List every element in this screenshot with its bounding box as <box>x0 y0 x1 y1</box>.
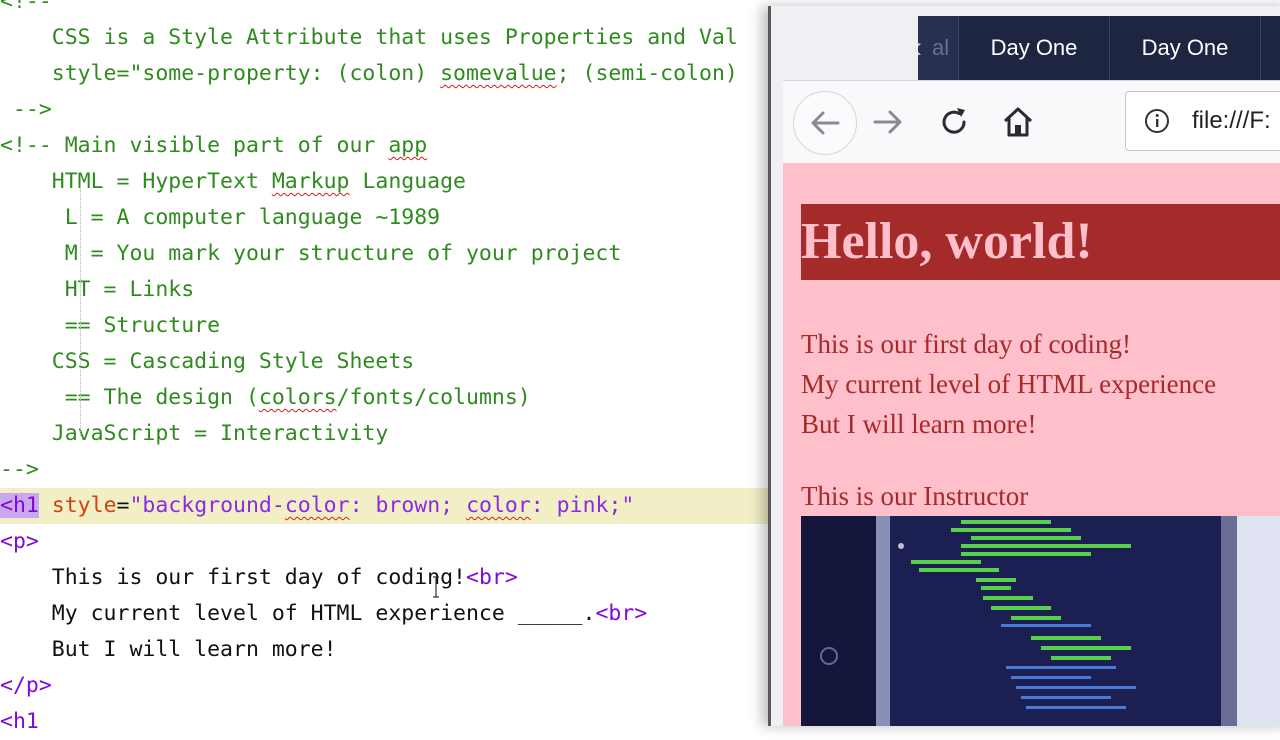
home-button[interactable] <box>987 91 1049 153</box>
code-token: CSS = Cascading Style Sheets <box>0 349 415 374</box>
code-line[interactable]: JavaScript = Interactivity <box>0 416 800 452</box>
code-token: <!-- Main visible part of our <box>0 133 389 158</box>
code-token: But I will learn more! <box>0 637 337 662</box>
paragraph-line-2: My current level of HTML experience <box>801 369 1217 399</box>
info-icon[interactable] <box>1144 108 1170 134</box>
code-token: <br> <box>466 565 518 590</box>
code-token: <br> <box>595 601 648 626</box>
back-arrow-icon <box>811 111 840 135</box>
tab-partial-label: al <box>932 35 950 60</box>
code-token: HTML = HyperText <box>0 169 272 194</box>
tab-bar: al ‹ Day One Day One <box>918 16 1280 80</box>
code-token: <h1 <box>0 709 39 734</box>
code-token: somevalue <box>440 61 557 86</box>
code-line[interactable]: --> <box>0 452 800 488</box>
code-token: This is our first day of coding! <box>0 565 466 590</box>
code-line[interactable]: HT = Links <box>0 272 800 308</box>
forward-arrow-icon <box>873 110 902 134</box>
code-token: == The design ( <box>0 385 259 410</box>
url-text[interactable]: file:///F: <box>1192 92 1271 150</box>
code-line[interactable]: L = A computer language ~1989 <box>0 200 800 236</box>
code-line[interactable]: HTML = HyperText Markup Language <box>0 164 800 200</box>
code-token: --> <box>0 97 52 122</box>
tab-next[interactable] <box>1260 16 1280 80</box>
code-token: My current level of HTML experience ____… <box>0 601 596 626</box>
code-token: = <box>116 493 130 518</box>
page-heading: Hello, world! <box>801 204 1280 280</box>
code-token: style <box>51 493 117 518</box>
code-token: "background- <box>129 493 285 518</box>
code-token: /fonts/columns) <box>336 385 531 410</box>
code-line[interactable]: <h1 style="background-color: brown; colo… <box>0 488 800 524</box>
back-button[interactable] <box>793 91 857 155</box>
code-line[interactable]: CSS = Cascading Style Sheets <box>0 344 800 380</box>
code-line[interactable]: My current level of HTML experience ____… <box>0 596 800 632</box>
code-line[interactable]: CSS is a Style Attribute that uses Prope… <box>0 20 800 56</box>
code-token: L = A computer language ~1989 <box>0 205 441 230</box>
code-line[interactable]: <p> <box>0 524 800 560</box>
code-line[interactable]: </p> <box>0 668 800 704</box>
code-token: Markup <box>271 169 350 194</box>
code-line[interactable]: --> <box>0 92 800 128</box>
code-token: style="some-property: (colon) <box>0 61 441 86</box>
code-token: app <box>388 133 428 158</box>
tab-scroll-left-icon[interactable]: ‹ <box>918 16 922 80</box>
code-token: CSS is a Style Attribute that uses Prope… <box>0 25 738 50</box>
home-icon <box>1003 107 1033 137</box>
code-token: <!-- <box>0 0 52 14</box>
reload-button[interactable] <box>923 91 985 153</box>
code-token: M = You mark your structure of your proj… <box>0 241 622 266</box>
browser-window[interactable]: al ‹ Day One Day One <box>768 6 1280 726</box>
code-token: color <box>466 493 531 518</box>
code-token: <p> <box>0 529 39 554</box>
indent-guide <box>80 184 82 436</box>
paragraph-line-3: But I will learn more! <box>801 409 1037 439</box>
code-token: </p> <box>0 673 52 698</box>
code-line[interactable]: <!-- <box>0 0 800 20</box>
code-line[interactable]: == Structure <box>0 308 800 344</box>
code-line[interactable]: <!-- Main visible part of our app <box>0 128 800 164</box>
code-line[interactable]: But I will learn more! <box>0 632 800 668</box>
forward-button[interactable] <box>857 91 919 153</box>
code-token: <h1 <box>0 493 39 518</box>
code-line[interactable]: == The design (colors/fonts/columns) <box>0 380 800 416</box>
code-line[interactable]: style="some-property: (colon) somevalue;… <box>0 56 800 92</box>
tab-label: Day One <box>990 35 1078 60</box>
code-token: Language <box>349 169 466 194</box>
tab-partial[interactable]: al ‹ <box>918 16 958 80</box>
code-token: colors <box>258 385 337 410</box>
code-token: == Structure <box>0 313 221 338</box>
code-token: : brown; <box>349 493 467 518</box>
tab-day-one[interactable]: Day One <box>958 16 1109 80</box>
page-content: Hello, world! This is our first day of c… <box>783 163 1280 726</box>
code-line[interactable]: This is our first day of coding!<br> <box>0 560 800 596</box>
text-cursor-icon <box>433 576 439 598</box>
code-token: HT = Links <box>0 277 195 302</box>
code-token: color <box>284 493 350 518</box>
tab-day-one-2[interactable]: Day One <box>1109 16 1260 80</box>
url-bar[interactable]: file:///F: <box>1125 91 1280 151</box>
code-line[interactable]: <h1 <box>0 704 800 740</box>
instructor-caption: This is our Instructor <box>801 481 1029 511</box>
navigation-toolbar: file:///F: <box>783 80 1280 164</box>
paragraph-line-1: This is our first day of coding! <box>801 329 1131 359</box>
code-token: : pink;" <box>530 493 635 518</box>
instructor-photo <box>801 516 1280 726</box>
code-token: JavaScript = Interactivity <box>0 421 389 446</box>
code-line[interactable]: M = You mark your structure of your proj… <box>0 236 800 272</box>
reload-icon <box>942 108 966 134</box>
tab-label: Day One <box>1141 35 1229 60</box>
code-token: ; (semi-colon) <box>556 61 738 86</box>
code-token: --> <box>0 457 39 482</box>
